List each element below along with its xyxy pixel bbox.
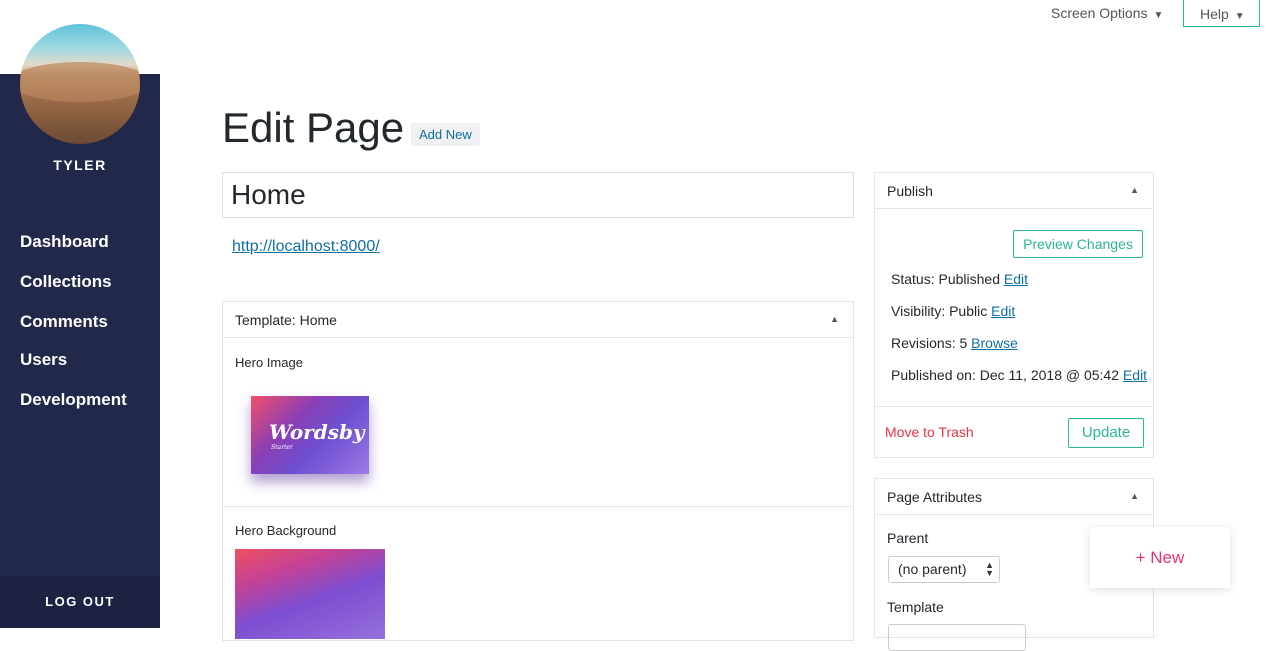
hero-image-thumbnail[interactable]: Wordsby Starter [251, 396, 369, 474]
add-new-button[interactable]: Add New [411, 123, 480, 146]
hero-image-logo-text: Wordsby [269, 420, 365, 444]
post-title-input[interactable]: Home [222, 172, 854, 218]
parent-select[interactable]: (no parent) ▲ ▼ [888, 556, 1000, 583]
hero-image-label: Hero Image [235, 355, 303, 370]
collapse-arrow-icon[interactable]: ▲ [1130, 185, 1139, 195]
template-metabox: Template: Home ▲ Hero Image Wordsby Star… [222, 301, 854, 641]
publish-metabox: Publish ▲ Preview Changes Status: Publis… [874, 172, 1154, 458]
sidebar-item-users[interactable]: Users [20, 350, 127, 390]
sidebar-item-dashboard[interactable]: Dashboard [20, 232, 127, 272]
permalink-link[interactable]: http://localhost:8000/ [232, 238, 380, 256]
sidebar-item-comments[interactable]: Comments [20, 312, 127, 350]
status-value: Published [938, 271, 1000, 287]
status-edit-link[interactable]: Edit [1004, 271, 1028, 287]
avatar[interactable] [20, 24, 140, 144]
divider [223, 506, 853, 507]
published-on-edit-link[interactable]: Edit [1123, 367, 1147, 383]
revisions-row: Revisions: 5 Browse [891, 335, 1018, 351]
caret-down-icon: ▼ [1153, 10, 1164, 21]
collapse-arrow-icon[interactable]: ▲ [830, 314, 839, 324]
caret-down-icon: ▼ [1234, 11, 1245, 22]
sidebar-item-collections[interactable]: Collections [20, 272, 127, 312]
hero-image-subtext: Starter [271, 444, 293, 451]
visibility-value: Public [949, 303, 988, 319]
status-row: Status: Published Edit [891, 271, 1028, 287]
sidebar-nav: Dashboard Collections Comments Users Dev… [20, 232, 127, 430]
help-button[interactable]: Help ▼ [1183, 0, 1260, 27]
revisions-value: 5 [959, 335, 968, 351]
page-attributes-header[interactable]: Page Attributes ▲ [875, 479, 1153, 515]
template-metabox-header[interactable]: Template: Home ▲ [223, 302, 853, 338]
parent-select-value: (no parent) [898, 561, 967, 577]
update-button[interactable]: Update [1068, 418, 1144, 448]
publish-footer-divider [875, 406, 1153, 407]
visibility-edit-link[interactable]: Edit [991, 303, 1015, 319]
parent-label: Parent [887, 530, 929, 546]
screen-options-label: Screen Options [1051, 5, 1148, 21]
move-to-trash-link[interactable]: Move to Trash [885, 424, 974, 440]
revisions-browse-link[interactable]: Browse [971, 335, 1018, 351]
template-select[interactable] [888, 624, 1026, 651]
template-label: Template [887, 599, 944, 615]
sidebar: TYLER Dashboard Collections Comments Use… [0, 0, 160, 628]
select-arrows-icon: ▲ ▼ [985, 560, 994, 578]
published-on-row: Published on: Dec 11, 2018 @ 05:42 Edit [891, 367, 1148, 383]
publish-metabox-title: Publish [887, 183, 933, 199]
sidebar-item-development[interactable]: Development [20, 390, 127, 430]
screen-options-button[interactable]: Screen Options ▼ [1051, 5, 1163, 21]
collapse-arrow-icon[interactable]: ▲ [1130, 491, 1139, 501]
page-attributes-title: Page Attributes [887, 489, 982, 505]
hero-background-thumbnail[interactable] [235, 549, 385, 639]
visibility-row: Visibility: Public Edit [891, 303, 1016, 319]
page-title: Edit Page [222, 104, 405, 151]
publish-metabox-header[interactable]: Publish ▲ [875, 173, 1153, 209]
new-floating-button[interactable]: + New [1090, 527, 1230, 588]
logout-button[interactable]: LOG OUT [0, 576, 160, 628]
template-metabox-title: Template: Home [235, 312, 337, 328]
published-on-value: Dec 11, 2018 @ 05:42 [979, 367, 1120, 383]
username: TYLER [53, 157, 107, 173]
preview-changes-button[interactable]: Preview Changes [1013, 230, 1143, 258]
help-label: Help [1200, 6, 1229, 22]
hero-background-label: Hero Background [235, 523, 337, 538]
